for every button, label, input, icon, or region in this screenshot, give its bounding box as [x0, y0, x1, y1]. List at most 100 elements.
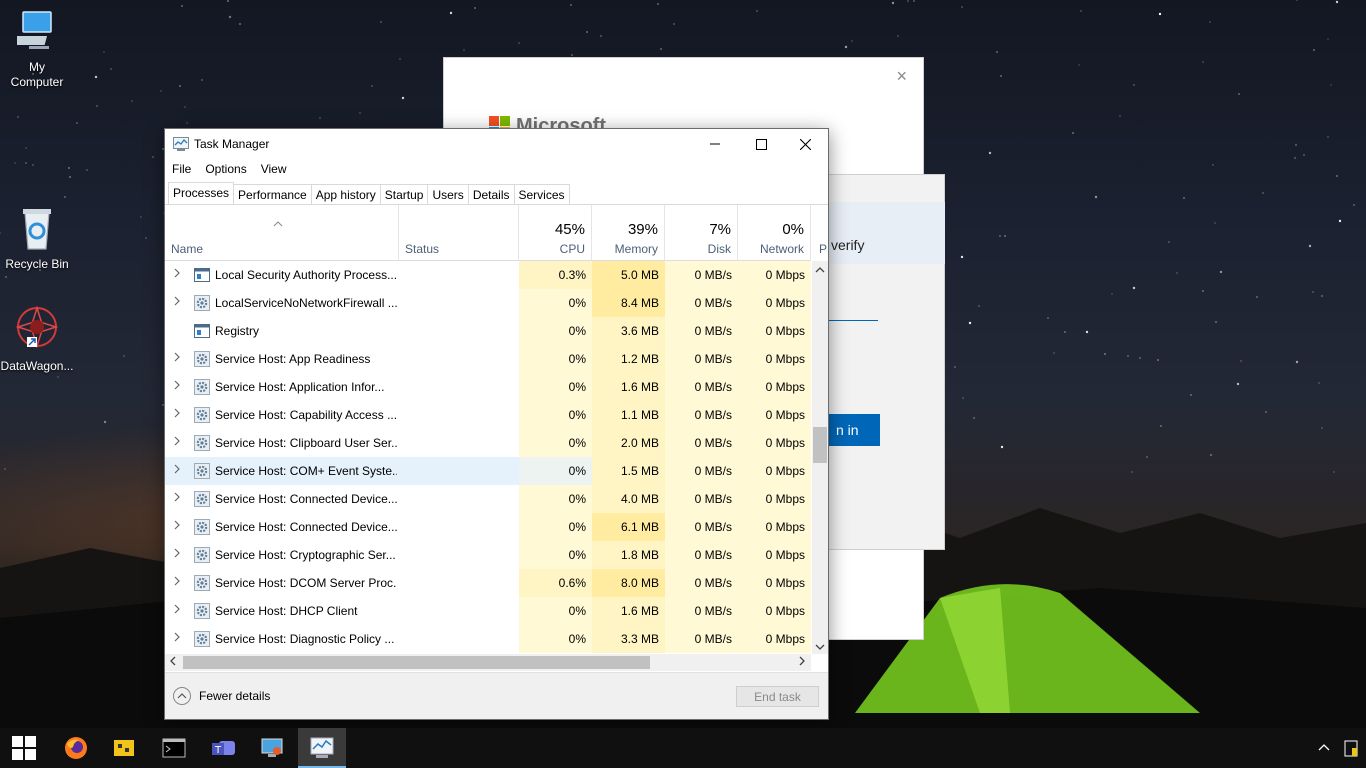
gear-icon	[194, 463, 210, 479]
tab-startup[interactable]: Startup	[379, 184, 429, 204]
column-cpu[interactable]: 45% CPU	[519, 205, 592, 261]
process-name: Service Host: DCOM Server Proc...	[215, 576, 397, 590]
close-button[interactable]	[782, 129, 828, 159]
desktop-icon-recycle-bin[interactable]: Recycle Bin	[0, 205, 74, 272]
teams-icon: T	[212, 741, 235, 756]
chevron-right-icon[interactable]	[174, 296, 180, 309]
menu-file[interactable]: File	[165, 159, 198, 179]
menu-view[interactable]: View	[254, 159, 294, 179]
vertical-scroll-thumb[interactable]	[813, 427, 827, 463]
table-row[interactable]: LocalServiceNoNetworkFirewall ... 0% 8.4 M…	[165, 289, 811, 317]
tab-app-history[interactable]: App history	[310, 184, 381, 204]
tab-users[interactable]: Users	[427, 184, 469, 204]
scroll-down-icon[interactable]	[815, 642, 825, 652]
memory-cell: 1.2 MB	[592, 345, 665, 373]
table-row[interactable]: Service Host: App Readiness 0% 1.2 MB 0 MB/…	[165, 345, 811, 373]
table-row[interactable]: Service Host: DCOM Server Proc... 0.6% 8.0…	[165, 569, 811, 597]
chevron-right-icon[interactable]	[174, 268, 180, 281]
process-name: Service Host: Cryptographic Ser...	[215, 548, 396, 562]
cpu-cell: 0%	[519, 541, 592, 569]
column-disk[interactable]: 7% Disk	[665, 205, 738, 261]
maximize-button[interactable]	[738, 129, 784, 159]
chevron-right-icon[interactable]	[174, 408, 180, 421]
horizontal-scroll-thumb[interactable]	[183, 656, 650, 669]
table-row[interactable]: Service Host: Diagnostic Policy ... 0% 3.3…	[165, 625, 811, 653]
taskbar-terminal[interactable]	[150, 728, 198, 768]
menu-options[interactable]: Options	[198, 159, 253, 179]
tab-details[interactable]: Details	[467, 184, 515, 204]
input-underline[interactable]	[828, 320, 878, 321]
network-cell: 0 Mbps	[738, 513, 811, 541]
memory-cell: 1.1 MB	[592, 401, 665, 429]
column-name[interactable]: Name	[165, 205, 399, 261]
disk-cell: 0 MB/s	[665, 317, 738, 345]
memory-cell: 1.6 MB	[592, 597, 665, 625]
table-row[interactable]: Local Security Authority Process... 0.3% 5…	[165, 261, 811, 289]
process-name: Service Host: Connected Device...	[215, 492, 397, 506]
gear-icon	[194, 603, 210, 619]
scroll-left-icon[interactable]	[170, 656, 176, 669]
network-cell: 0 Mbps	[738, 457, 811, 485]
fewer-details-button[interactable]: Fewer details	[173, 687, 270, 705]
memory-cell: 4.0 MB	[592, 485, 665, 513]
disk-cell: 0 MB/s	[665, 373, 738, 401]
dialog-close-button[interactable]: ×	[896, 66, 907, 87]
gear-icon	[194, 519, 210, 535]
network-cell: 0 Mbps	[738, 401, 811, 429]
table-row[interactable]: Service Host: COM+ Event Syste... 0% 1.5 M…	[165, 457, 811, 485]
end-task-button[interactable]: End task	[736, 686, 819, 707]
taskbar-teams[interactable]: T	[200, 728, 248, 768]
scroll-right-icon[interactable]	[799, 656, 805, 669]
table-row[interactable]: Service Host: Clipboard User Ser... 0% 2.0…	[165, 429, 811, 457]
chevron-right-icon[interactable]	[174, 380, 180, 393]
tray-expand-icon[interactable]	[1318, 740, 1330, 754]
taskbar-file-tool[interactable]	[100, 728, 148, 768]
remote-desktop-icon	[261, 738, 283, 757]
recycle-bin-icon	[0, 205, 74, 255]
cpu-cell: 0.6%	[519, 569, 592, 597]
chevron-right-icon[interactable]	[174, 436, 180, 449]
tab-services[interactable]: Services	[513, 184, 570, 204]
chevron-right-icon[interactable]	[174, 352, 180, 365]
tab-performance[interactable]: Performance	[233, 184, 312, 204]
process-name: LocalServiceNoNetworkFirewall ...	[215, 296, 397, 310]
chevron-right-icon[interactable]	[174, 464, 180, 477]
sign-in-button[interactable]: n in	[828, 414, 880, 446]
taskbar-remote-desktop[interactable]	[248, 728, 296, 768]
taskbar-firefox[interactable]	[52, 728, 100, 768]
chevron-right-icon[interactable]	[174, 492, 180, 505]
minimize-icon	[710, 143, 720, 145]
horizontal-scrollbar[interactable]	[165, 654, 811, 671]
chevron-right-icon[interactable]	[174, 520, 180, 533]
minimize-button[interactable]	[692, 129, 738, 159]
column-status[interactable]: Status	[399, 205, 519, 261]
taskbar-task-manager[interactable]	[298, 728, 346, 768]
table-row[interactable]: Service Host: Connected Device... 0% 4.0 M…	[165, 485, 811, 513]
chevron-right-icon[interactable]	[174, 632, 180, 645]
column-memory[interactable]: 39% Memory	[592, 205, 665, 261]
chevron-right-icon[interactable]	[174, 576, 180, 589]
table-row[interactable]: Service Host: Application Infor... 0% 1.6 …	[165, 373, 811, 401]
start-button[interactable]	[0, 728, 48, 768]
tab-processes[interactable]: Processes	[168, 182, 235, 204]
desktop-icon-my-computer[interactable]: My Computer	[0, 10, 74, 90]
table-row[interactable]: Service Host: Connected Device... 0% 6.1 M…	[165, 513, 811, 541]
column-power-partial[interactable]: P	[819, 242, 827, 256]
desktop-icon-datawagon[interactable]: DataWagon...	[0, 305, 74, 374]
table-row[interactable]: Service Host: Capability Access ... 0% 1.1…	[165, 401, 811, 429]
sort-ascending-icon	[273, 219, 283, 230]
title-bar[interactable]: Task Manager	[165, 129, 828, 159]
network-cell: 0 Mbps	[738, 345, 811, 373]
chevron-right-icon[interactable]	[174, 548, 180, 561]
process-name: Local Security Authority Process...	[215, 268, 397, 282]
memory-cell: 1.8 MB	[592, 541, 665, 569]
table-row[interactable]: Service Host: Cryptographic Ser... 0% 1.8 …	[165, 541, 811, 569]
column-network[interactable]: 0% Network	[738, 205, 811, 261]
vertical-scrollbar[interactable]	[812, 261, 828, 654]
network-cell: 0 Mbps	[738, 597, 811, 625]
tray-notification-icon[interactable]	[1344, 738, 1358, 761]
scroll-up-icon[interactable]	[815, 265, 825, 275]
table-row[interactable]: Service Host: DHCP Client 0% 1.6 MB 0 MB/s 0…	[165, 597, 811, 625]
table-row[interactable]: Registry 0% 3.6 MB 0 MB/s 0 Mbps	[165, 317, 811, 345]
chevron-right-icon[interactable]	[174, 604, 180, 617]
